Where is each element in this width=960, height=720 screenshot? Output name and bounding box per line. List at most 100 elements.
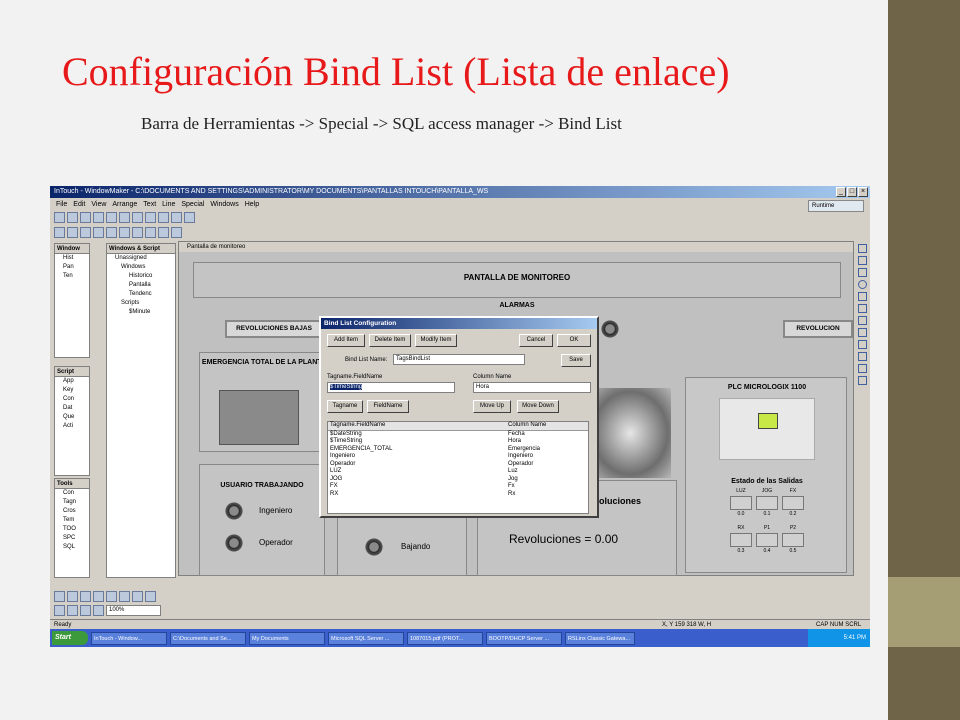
menu-help[interactable]: Help [245, 198, 259, 211]
menu-file[interactable]: File [56, 198, 67, 211]
runtime-button[interactable]: Runtime [808, 200, 864, 212]
text-icon[interactable] [857, 340, 867, 349]
bitmap-icon[interactable] [857, 352, 867, 361]
bold-icon[interactable] [67, 227, 78, 238]
zoom-select[interactable]: 100% [106, 605, 161, 616]
table-row[interactable]: FX Fx [328, 483, 588, 491]
tree-item[interactable]: $Minute [107, 308, 175, 317]
tagname-field-input[interactable]: $TimeString [327, 382, 455, 393]
taskbar-item[interactable]: My Documents [249, 631, 325, 645]
italic-icon[interactable] [80, 227, 91, 238]
menu-edit[interactable]: Edit [73, 198, 85, 211]
line-color-icon[interactable] [171, 227, 182, 238]
zoom-fit-icon[interactable] [80, 605, 91, 616]
front-icon[interactable] [54, 591, 65, 602]
align-bottom-icon[interactable] [145, 591, 156, 602]
add-item-button[interactable]: Add Item [327, 334, 365, 347]
menu-view[interactable]: View [91, 198, 106, 211]
tools-item[interactable]: SQL [55, 543, 89, 552]
paste-icon[interactable] [132, 212, 143, 223]
script-list-item[interactable]: App [55, 377, 89, 386]
taskbar-item[interactable]: Microsoft SQL Server ... [328, 631, 404, 645]
grid-icon[interactable] [184, 212, 195, 223]
underline-icon[interactable] [93, 227, 104, 238]
maximize-icon[interactable]: □ [847, 187, 857, 197]
tools-item[interactable]: Tem [55, 516, 89, 525]
tools-item[interactable]: SPC [55, 534, 89, 543]
pointer-icon[interactable] [857, 244, 867, 253]
line-icon[interactable] [857, 292, 867, 301]
menu-text[interactable]: Text [143, 198, 156, 211]
move-down-button[interactable]: Move Down [517, 400, 559, 413]
table-row[interactable]: RX Rx [328, 491, 588, 499]
column-header[interactable]: Column Name [508, 422, 588, 430]
tools-item[interactable]: Tagn [55, 498, 89, 507]
group-icon[interactable] [80, 591, 91, 602]
ellipse-icon[interactable] [857, 280, 867, 289]
open-icon[interactable] [67, 212, 78, 223]
window-list-item[interactable]: Hist [55, 254, 89, 263]
cut-icon[interactable] [106, 212, 117, 223]
copy-icon[interactable] [119, 212, 130, 223]
column-header[interactable]: Tagname.FieldName [328, 422, 508, 430]
tools-item[interactable]: Cros [55, 507, 89, 516]
zoom-out-icon[interactable] [67, 605, 78, 616]
script-list-item[interactable]: Que [55, 413, 89, 422]
back-icon[interactable] [67, 591, 78, 602]
script-list-item[interactable]: Con [55, 395, 89, 404]
taskbar-item[interactable]: InTouch - Window... [91, 631, 167, 645]
menu-arrange[interactable]: Arrange [112, 198, 137, 211]
table-row[interactable]: EMERGENCIA_TOTAL Emergencia [328, 446, 588, 454]
menu-windows[interactable]: Windows [210, 198, 238, 211]
rectangle-icon[interactable] [857, 256, 867, 265]
fieldname-button[interactable]: FieldName [367, 400, 409, 413]
window-list-item[interactable]: Pan [55, 263, 89, 272]
table-row[interactable]: $TimeString Hora [328, 438, 588, 446]
script-list-item[interactable]: Dat [55, 404, 89, 413]
new-icon[interactable] [54, 212, 65, 223]
align-icon[interactable] [171, 212, 182, 223]
font-icon[interactable] [54, 227, 65, 238]
undo-icon[interactable] [145, 212, 156, 223]
ok-button[interactable]: OK [557, 334, 591, 347]
menu-line[interactable]: Line [162, 198, 175, 211]
align-center-icon[interactable] [119, 227, 130, 238]
zoom-icon[interactable] [93, 605, 104, 616]
script-list-item[interactable]: Key [55, 386, 89, 395]
tagname-button[interactable]: Tagname [327, 400, 363, 413]
cancel-button[interactable]: Cancel [519, 334, 553, 347]
window-list-item[interactable]: Ten [55, 272, 89, 281]
tools-item[interactable]: Con [55, 489, 89, 498]
tree-item[interactable]: Tendenc [107, 290, 175, 299]
wizard-icon[interactable] [857, 376, 867, 385]
print-icon[interactable] [93, 212, 104, 223]
table-row[interactable]: LUZ Luz [328, 468, 588, 476]
modify-item-button[interactable]: Modify Item [415, 334, 457, 347]
save-icon[interactable] [80, 212, 91, 223]
text-color-icon[interactable] [158, 227, 169, 238]
tree-item[interactable]: Historico [107, 272, 175, 281]
close-icon[interactable]: × [858, 187, 868, 197]
align-top-icon[interactable] [132, 591, 143, 602]
rotate-icon[interactable] [106, 591, 117, 602]
taskbar-item[interactable]: BOOTP/DHCP Server ... [486, 631, 562, 645]
bind-list-table[interactable]: Tagname.FieldName Column Name $DateStrin… [327, 421, 589, 514]
table-row[interactable]: $DateString Fecha [328, 431, 588, 439]
table-row[interactable]: JOG Jog [328, 476, 588, 484]
fill-color-icon[interactable] [145, 227, 156, 238]
button-icon[interactable] [857, 364, 867, 373]
ungroup-icon[interactable] [93, 591, 104, 602]
tree-item[interactable]: Scripts [107, 299, 175, 308]
taskbar-item[interactable]: C:\Documents and Se... [170, 631, 246, 645]
rounded-rect-icon[interactable] [857, 268, 867, 277]
bind-list-name-input[interactable]: TagsBindList [393, 354, 525, 365]
table-row[interactable]: Ingeniero Ingeniero [328, 453, 588, 461]
align-right-icon[interactable] [132, 227, 143, 238]
start-button[interactable]: Start [52, 631, 88, 645]
redo-icon[interactable] [158, 212, 169, 223]
move-up-button[interactable]: Move Up [473, 400, 511, 413]
save-button[interactable]: Save [561, 354, 591, 367]
polygon-icon[interactable] [857, 328, 867, 337]
taskbar-item[interactable]: RSLinx Classic Gatewa... [565, 631, 635, 645]
hv-line-icon[interactable] [857, 304, 867, 313]
